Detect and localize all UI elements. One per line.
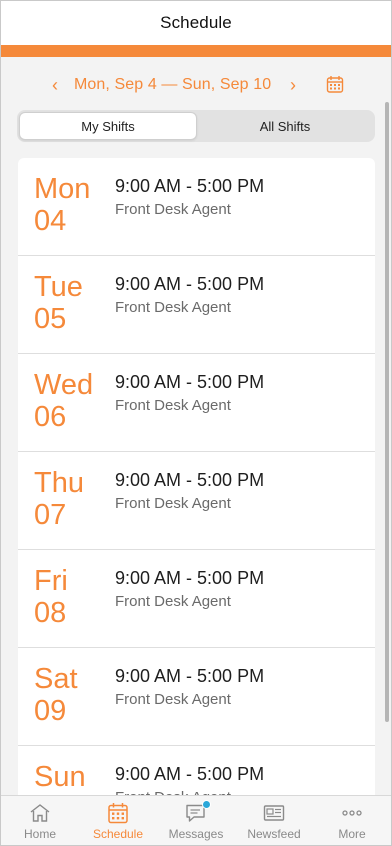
shift-time: 9:00 AM - 5:00 PM	[115, 568, 265, 588]
shift-role: Front Desk Agent	[115, 691, 231, 708]
date-number: 06	[34, 401, 67, 433]
shift-row[interactable]: Thu 07 9:00 AM - 5:00 PM Front Desk Agent	[18, 452, 375, 550]
tab-newsfeed[interactable]: Newsfeed	[235, 796, 313, 845]
shift-time: 9:00 AM - 5:00 PM	[115, 764, 265, 784]
tab-messages-label: Messages	[168, 827, 224, 841]
list-scrollbar[interactable]	[385, 102, 389, 722]
shift-row[interactable]: Sun10 9:00 AM - 5:00 PM Front Desk Agent	[18, 746, 375, 795]
shift-row[interactable]: Wed 06 9:00 AM - 5:00 PM Front Desk Agent	[18, 354, 375, 452]
shift-role: Front Desk Agent	[115, 397, 231, 414]
tab-home[interactable]: Home	[1, 796, 79, 845]
weekday-label: Sun	[34, 761, 86, 793]
bottom-tab-bar: Home Schedule Messages Newsfeed More	[1, 795, 391, 845]
shift-day: Sun10	[34, 761, 86, 795]
shift-day: Fri 08	[34, 565, 68, 629]
shift-day: Thu 07	[34, 467, 84, 531]
shift-day: Wed 06	[34, 369, 93, 433]
date-number: 05	[34, 303, 67, 335]
date-number: 08	[34, 597, 67, 629]
date-number: 09	[34, 695, 67, 727]
shift-time: 9:00 AM - 5:00 PM	[115, 372, 265, 392]
shift-row[interactable]: Tue 05 9:00 AM - 5:00 PM Front Desk Agent	[18, 256, 375, 354]
shift-role: Front Desk Agent	[115, 201, 231, 218]
previous-week-button[interactable]: ‹	[45, 75, 65, 95]
shift-time: 9:00 AM - 5:00 PM	[115, 274, 265, 294]
date-number: 07	[34, 499, 67, 531]
date-number: 04	[34, 205, 67, 237]
weekday-label: Tue	[34, 271, 83, 303]
shift-list: Mon 04 9:00 AM - 5:00 PM Front Desk Agent…	[18, 158, 375, 795]
shift-row[interactable]: Mon 04 9:00 AM - 5:00 PM Front Desk Agent	[18, 158, 375, 256]
top-header: Schedule	[1, 1, 391, 45]
shift-time: 9:00 AM - 5:00 PM	[115, 176, 265, 196]
weekday-label: Thu	[34, 467, 84, 499]
all-shifts-tab[interactable]: All Shifts	[197, 112, 373, 140]
calendar-picker-button[interactable]	[325, 74, 345, 96]
unread-badge	[202, 800, 211, 809]
app-frame: Schedule ‹ Mon, Sep 4 — Sun, Sep 10 › My…	[0, 0, 392, 846]
date-navigator: ‹ Mon, Sep 4 — Sun, Sep 10 ›	[1, 57, 391, 113]
shift-day: Tue 05	[34, 271, 83, 335]
home-icon	[30, 804, 50, 822]
weekday-label: Fri	[34, 565, 68, 597]
tab-schedule-label: Schedule	[92, 827, 144, 841]
my-shifts-tab[interactable]: My Shifts	[19, 112, 197, 140]
tab-more[interactable]: More	[313, 796, 391, 845]
shift-filter-segmented-control: My Shifts All Shifts	[17, 110, 375, 142]
weekday-label: Wed	[34, 369, 94, 401]
shift-day: Mon 04	[34, 173, 90, 237]
tab-more-label: More	[338, 827, 366, 841]
next-week-button[interactable]: ›	[283, 75, 303, 95]
shift-role: Front Desk Agent	[115, 593, 231, 610]
newspaper-icon	[263, 805, 285, 821]
page-title: Schedule	[160, 13, 232, 32]
shift-row[interactable]: Sat 09 9:00 AM - 5:00 PM Front Desk Agent	[18, 648, 375, 746]
calendar-icon	[326, 76, 344, 93]
date-range-label: Mon, Sep 4 — Sun, Sep 10	[74, 76, 272, 93]
calendar-icon	[108, 803, 128, 824]
more-dots-icon	[342, 810, 362, 816]
shift-time: 9:00 AM - 5:00 PM	[115, 666, 265, 686]
accent-bar	[1, 45, 391, 57]
weekday-label: Sat	[34, 663, 78, 695]
weekday-label: Mon	[34, 173, 91, 205]
tab-schedule[interactable]: Schedule	[79, 796, 157, 845]
main-content: ‹ Mon, Sep 4 — Sun, Sep 10 › My Shifts A…	[1, 57, 391, 795]
shift-day: Sat 09	[34, 663, 78, 727]
shift-role: Front Desk Agent	[115, 495, 231, 512]
shift-row[interactable]: Fri 08 9:00 AM - 5:00 PM Front Desk Agent	[18, 550, 375, 648]
tab-newsfeed-label: Newsfeed	[247, 827, 301, 841]
shift-role: Front Desk Agent	[115, 299, 231, 316]
shift-time: 9:00 AM - 5:00 PM	[115, 470, 265, 490]
tab-messages[interactable]: Messages	[157, 796, 235, 845]
tab-home-label: Home	[23, 827, 56, 841]
